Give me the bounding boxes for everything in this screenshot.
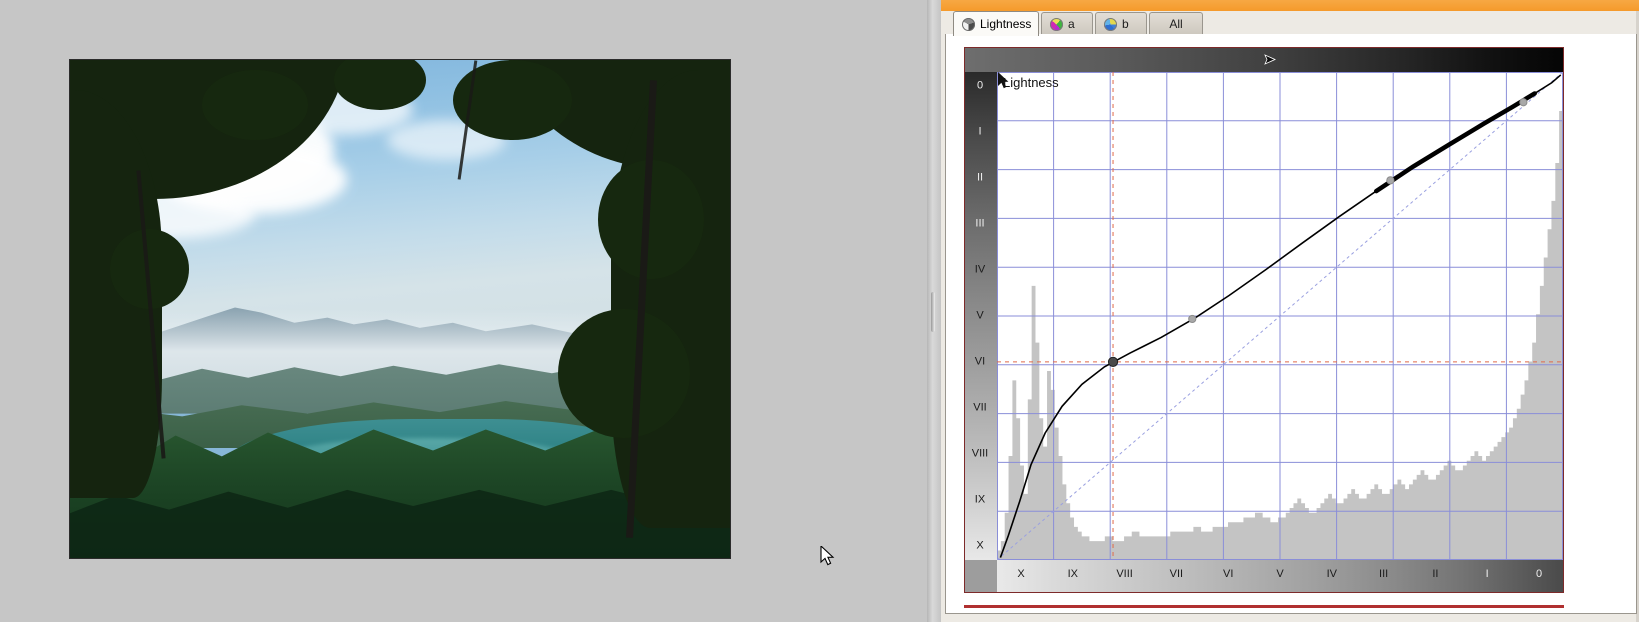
channel-tab-strip: Lightness a b All — [945, 11, 1639, 36]
accent-titlebar — [941, 0, 1639, 11]
y-axis-tick-label: VII — [973, 401, 987, 414]
tab-a-label: a — [1068, 17, 1075, 31]
app-window: Lightness a b All 0 I II III IV V VI VII… — [0, 0, 1639, 622]
divider-grip[interactable] — [931, 292, 935, 332]
a-channel-wheel-icon — [1050, 17, 1063, 31]
curve-plot-area[interactable]: Lightness — [997, 72, 1563, 560]
tab-lightness-label: Lightness — [980, 17, 1032, 31]
y-axis-tick-label: V — [976, 309, 984, 322]
curve-control-point — [1386, 176, 1395, 185]
y-axis-tick-label: IV — [974, 263, 986, 276]
x-axis-tick-label: VII — [1169, 568, 1184, 580]
y-axis-tick-label: II — [976, 171, 984, 184]
leaf-cluster — [558, 309, 691, 439]
tab-b[interactable]: b — [1095, 12, 1147, 35]
mouse-cursor — [820, 546, 835, 566]
x-axis-tick-label: 0 — [1535, 568, 1543, 580]
tone-curve-widget[interactable]: 0 I II III IV V VI VII VIII IX X X IX VIII VII VI V IV II… — [964, 47, 1564, 593]
ramp-marker-icon[interactable] — [1262, 54, 1276, 65]
highlighted-curve-segment — [1373, 91, 1537, 194]
x-axis-tick-label: V — [1276, 568, 1284, 580]
curve-control-point — [1188, 314, 1197, 324]
tab-a[interactable]: a — [1041, 12, 1093, 35]
curve-control-point — [1519, 98, 1528, 107]
y-axis-tick-label: 0 — [976, 79, 984, 92]
x-axis-tick-label: I — [1485, 568, 1489, 580]
x-axis-tick-label: II — [1432, 568, 1439, 580]
x-axis-tick-label: X — [1017, 568, 1025, 580]
x-axis-tick-label: IX — [1067, 568, 1078, 580]
tab-lightness[interactable]: Lightness — [953, 11, 1039, 36]
lightness-wheel-icon — [962, 17, 975, 31]
tab-all[interactable]: All — [1149, 12, 1203, 35]
y-axis-tick-label: VI — [974, 355, 986, 368]
tab-b-label: b — [1122, 17, 1129, 31]
panel-bottom-accent — [964, 605, 1564, 608]
y-axis-tick-label: I — [978, 125, 982, 138]
curve-svg — [997, 72, 1563, 560]
channel-name-label: Lightness — [1003, 75, 1059, 90]
b-channel-wheel-icon — [1104, 17, 1117, 31]
x-axis-tick-label: VIII — [1116, 568, 1133, 580]
x-axis-tick-label: III — [1379, 568, 1389, 580]
photo-frame[interactable] — [69, 59, 731, 559]
leaf-cluster — [202, 69, 308, 140]
curve-panel-body: 0 I II III IV V VI VII VIII IX X X IX VIII VII VI V IV II… — [945, 34, 1637, 614]
image-canvas-pane[interactable] — [0, 0, 927, 622]
y-axis-tick-label: III — [975, 217, 985, 230]
output-gradient-ramp[interactable] — [965, 48, 1563, 72]
tab-all-label: All — [1169, 17, 1183, 31]
input-gradient-ramp-horizontal: X IX VIII VII VI V IV III II I 0 — [997, 560, 1563, 592]
y-axis-tick-label: IX — [974, 493, 986, 506]
pane-divider[interactable] — [927, 0, 941, 622]
y-axis-tick-label: VIII — [971, 447, 989, 460]
y-axis-tick-label: X — [976, 539, 984, 552]
x-axis-tick-label: VI — [1222, 568, 1234, 580]
curves-panel: Lightness a b All 0 I II III IV V VI VII… — [941, 0, 1639, 622]
plot-cursor-arrow — [998, 72, 1009, 89]
curve-control-point — [1107, 356, 1119, 367]
x-axis-tick-label: IV — [1326, 568, 1337, 580]
photo-image — [70, 60, 730, 558]
